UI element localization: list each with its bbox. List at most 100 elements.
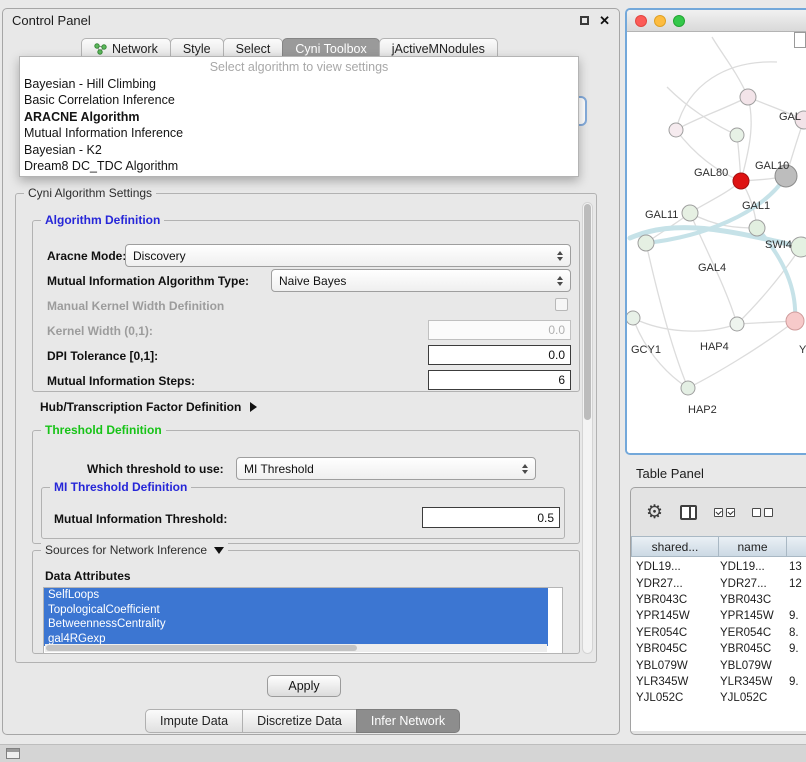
- close-traffic-light[interactable]: [635, 15, 647, 27]
- float-window-icon[interactable]: [580, 16, 589, 25]
- sources-title-toggle[interactable]: Sources for Network Inference: [41, 543, 228, 557]
- kernel-width-field[interactable]: [428, 320, 571, 340]
- list-horizontal-scrollbar[interactable]: [45, 644, 547, 652]
- list-item[interactable]: SelfLoops: [44, 588, 548, 603]
- table-row[interactable]: YJL052CYJL052C: [631, 690, 806, 706]
- node-label: GCY1: [631, 344, 661, 356]
- cell: YBR045C: [718, 643, 786, 655]
- expand-icon: [250, 402, 257, 412]
- mi-threshold-field[interactable]: [422, 507, 560, 528]
- algorithm-menu-item[interactable]: Bayesian - K2: [20, 142, 578, 159]
- column-browse-icon[interactable]: [680, 505, 697, 520]
- tab-impute-data[interactable]: Impute Data: [145, 709, 243, 733]
- network-node[interactable]: [740, 89, 756, 105]
- select-all-checks-icon[interactable]: [714, 508, 735, 517]
- node-label: GAL: [779, 111, 801, 123]
- minimize-traffic-light[interactable]: [654, 15, 666, 27]
- network-node[interactable]: [749, 220, 765, 236]
- node-label: GAL10: [755, 160, 789, 172]
- kernel-width-label: Kernel Width (0,1):: [47, 324, 153, 338]
- scrollbar-thumb[interactable]: [46, 645, 357, 651]
- hub-definition-toggle[interactable]: Hub/Transcription Factor Definition: [40, 400, 257, 414]
- network-node[interactable]: [682, 205, 698, 221]
- combo-arrows-icon: [517, 464, 532, 474]
- algorithm-placeholder: Select algorithm to view settings: [20, 59, 578, 76]
- list-item[interactable]: BetweennessCentrality: [44, 617, 548, 632]
- network-node-pink[interactable]: [786, 312, 804, 330]
- cell: 13: [786, 561, 806, 573]
- algorithm-menu-item[interactable]: Mutual Information Inference: [20, 125, 578, 142]
- threshold-definition-group: Threshold Definition Which threshold to …: [32, 430, 580, 544]
- deselect-all-checks-icon[interactable]: [752, 508, 773, 517]
- bottom-tabs: Impute Data Discretize Data Infer Networ…: [145, 709, 459, 733]
- algorithm-menu-item-selected[interactable]: ARACNE Algorithm: [20, 109, 578, 126]
- table-row[interactable]: YBR043CYBR043C: [631, 592, 806, 608]
- network-graph[interactable]: GAL GAL80 GAL10 GAL11 GAL1 SWI4 GAL4 GCY…: [627, 32, 806, 453]
- network-node[interactable]: [730, 317, 744, 331]
- close-icon[interactable]: ✕: [599, 14, 610, 27]
- table-row[interactable]: YDL19...YDL19...13: [631, 559, 806, 575]
- cell: YDR27...: [718, 578, 786, 590]
- node-label: GAL4: [698, 262, 726, 274]
- node-label: GAL1: [742, 200, 770, 212]
- algorithm-menu-item[interactable]: Basic Correlation Inference: [20, 92, 578, 109]
- cell: 9.: [786, 643, 806, 655]
- column-header-partial[interactable]: [786, 536, 806, 557]
- group-title: Threshold Definition: [41, 423, 166, 437]
- data-attributes-label: Data Attributes: [45, 569, 131, 583]
- mi-steps-field[interactable]: [428, 370, 571, 390]
- network-icon: [94, 43, 107, 55]
- tab-infer-network[interactable]: Infer Network: [356, 709, 460, 733]
- network-node[interactable]: [669, 123, 683, 137]
- node-label: HAP2: [688, 404, 717, 416]
- cell: YJL052C: [718, 692, 786, 704]
- aracne-mode-combobox[interactable]: Discovery: [125, 244, 571, 267]
- cell: YER054C: [631, 627, 718, 639]
- table-row[interactable]: YER054CYER054C8.: [631, 625, 806, 641]
- mi-type-combobox[interactable]: Naive Bayes: [271, 269, 571, 292]
- manual-kernel-checkbox[interactable]: [555, 298, 568, 311]
- dpi-tolerance-field[interactable]: [428, 345, 571, 365]
- settings-scrollbar[interactable]: [582, 202, 593, 654]
- table-row[interactable]: YDR27...YDR27...12: [631, 575, 806, 591]
- column-header-shared-name[interactable]: shared...: [631, 536, 718, 557]
- table-row[interactable]: YLR345WYLR345W9.: [631, 674, 806, 690]
- combo-arrows-icon: [552, 251, 567, 261]
- cell: YPR145W: [631, 610, 718, 622]
- gear-icon[interactable]: ⚙: [646, 503, 663, 522]
- data-attributes-list[interactable]: SelfLoops TopologicalCoefficient Between…: [43, 587, 563, 654]
- column-header-name[interactable]: name: [718, 536, 786, 557]
- scrollbar-thumb[interactable]: [584, 204, 591, 420]
- table-row[interactable]: YPR145WYPR145W9.: [631, 608, 806, 624]
- network-node[interactable]: [627, 311, 640, 325]
- which-threshold-combobox[interactable]: MI Threshold: [236, 457, 536, 480]
- network-node[interactable]: [730, 128, 744, 142]
- list-item[interactable]: TopologicalCoefficient: [44, 603, 548, 618]
- combo-arrows-icon: [552, 276, 567, 286]
- network-node-red[interactable]: [733, 173, 749, 189]
- network-window-titlebar[interactable]: [627, 10, 806, 32]
- table-row[interactable]: YBR045CYBR045C9.: [631, 641, 806, 657]
- table-row[interactable]: YBL079WYBL079W: [631, 657, 806, 673]
- cell: YER054C: [718, 627, 786, 639]
- network-node[interactable]: [681, 381, 695, 395]
- mi-type-label: Mutual Information Algorithm Type:: [47, 274, 249, 288]
- tab-label: Select: [236, 42, 271, 56]
- tab-label: Cyni Toolbox: [295, 42, 366, 56]
- zoom-traffic-light[interactable]: [673, 15, 685, 27]
- control-panel-titlebar[interactable]: Control Panel ✕: [3, 9, 619, 31]
- collapsed-panel-icon[interactable]: [6, 748, 20, 759]
- network-canvas[interactable]: GAL GAL80 GAL10 GAL11 GAL1 SWI4 GAL4 GCY…: [627, 32, 806, 453]
- algorithm-menu-item[interactable]: Dream8 DC_TDC Algorithm: [20, 158, 578, 175]
- birdseye-toggle[interactable]: [794, 32, 806, 48]
- cyni-algorithm-settings-group: Cyni Algorithm Settings Algorithm Defini…: [15, 193, 597, 663]
- table-body: YDL19...YDL19...13 YDR27...YDR27...12 YB…: [631, 557, 806, 731]
- algorithm-menu-item[interactable]: Bayesian - Hill Climbing: [20, 76, 578, 93]
- cell: YBR045C: [631, 643, 718, 655]
- tab-discretize-data[interactable]: Discretize Data: [242, 709, 357, 733]
- apply-button[interactable]: Apply: [267, 675, 341, 697]
- network-node[interactable]: [791, 237, 806, 257]
- cell: YLR345W: [631, 676, 718, 688]
- network-node[interactable]: [638, 235, 654, 251]
- combo-value: MI Threshold: [244, 462, 517, 476]
